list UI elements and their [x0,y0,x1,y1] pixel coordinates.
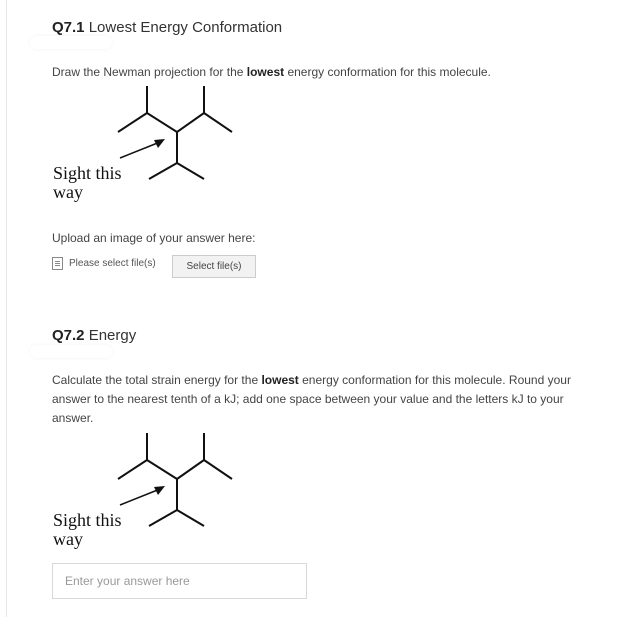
sight-label: Sight this way [53,164,122,202]
redaction-mark [30,345,112,358]
select-files-button[interactable]: Select file(s) [172,255,256,278]
file-chooser: Please select file(s) [52,257,156,270]
question-title: Q7.1 Lowest Energy Conformation [52,19,282,36]
file-icon [52,257,63,270]
question-number: Q7.2 [52,327,85,344]
question-heading: Energy [88,327,137,344]
sight-label: Sight this way [53,511,122,549]
prompt-text: Calculate the total strain energy for th… [52,373,262,387]
question-prompt: Calculate the total strain energy for th… [52,371,592,428]
sight-label-line: Sight this [53,510,122,530]
question-number: Q7.1 [52,19,85,36]
upload-label: Upload an image of your answer here: [52,231,256,245]
prompt-emphasis: lowest [261,373,299,387]
redaction-mark [30,36,112,49]
file-status-text: Please select file(s) [69,258,156,269]
sight-label-line: way [53,529,83,549]
prompt-text: Draw the Newman projection for the [52,65,247,79]
sight-label-line: Sight this [53,163,122,183]
question-heading: Lowest Energy Conformation [88,19,283,36]
prompt-text: energy conformation for this molecule. [284,65,491,79]
prompt-emphasis: lowest [246,65,285,79]
question-title: Q7.2 Energy [52,327,136,344]
sight-label-line: way [53,182,83,202]
answer-input[interactable] [52,563,307,599]
